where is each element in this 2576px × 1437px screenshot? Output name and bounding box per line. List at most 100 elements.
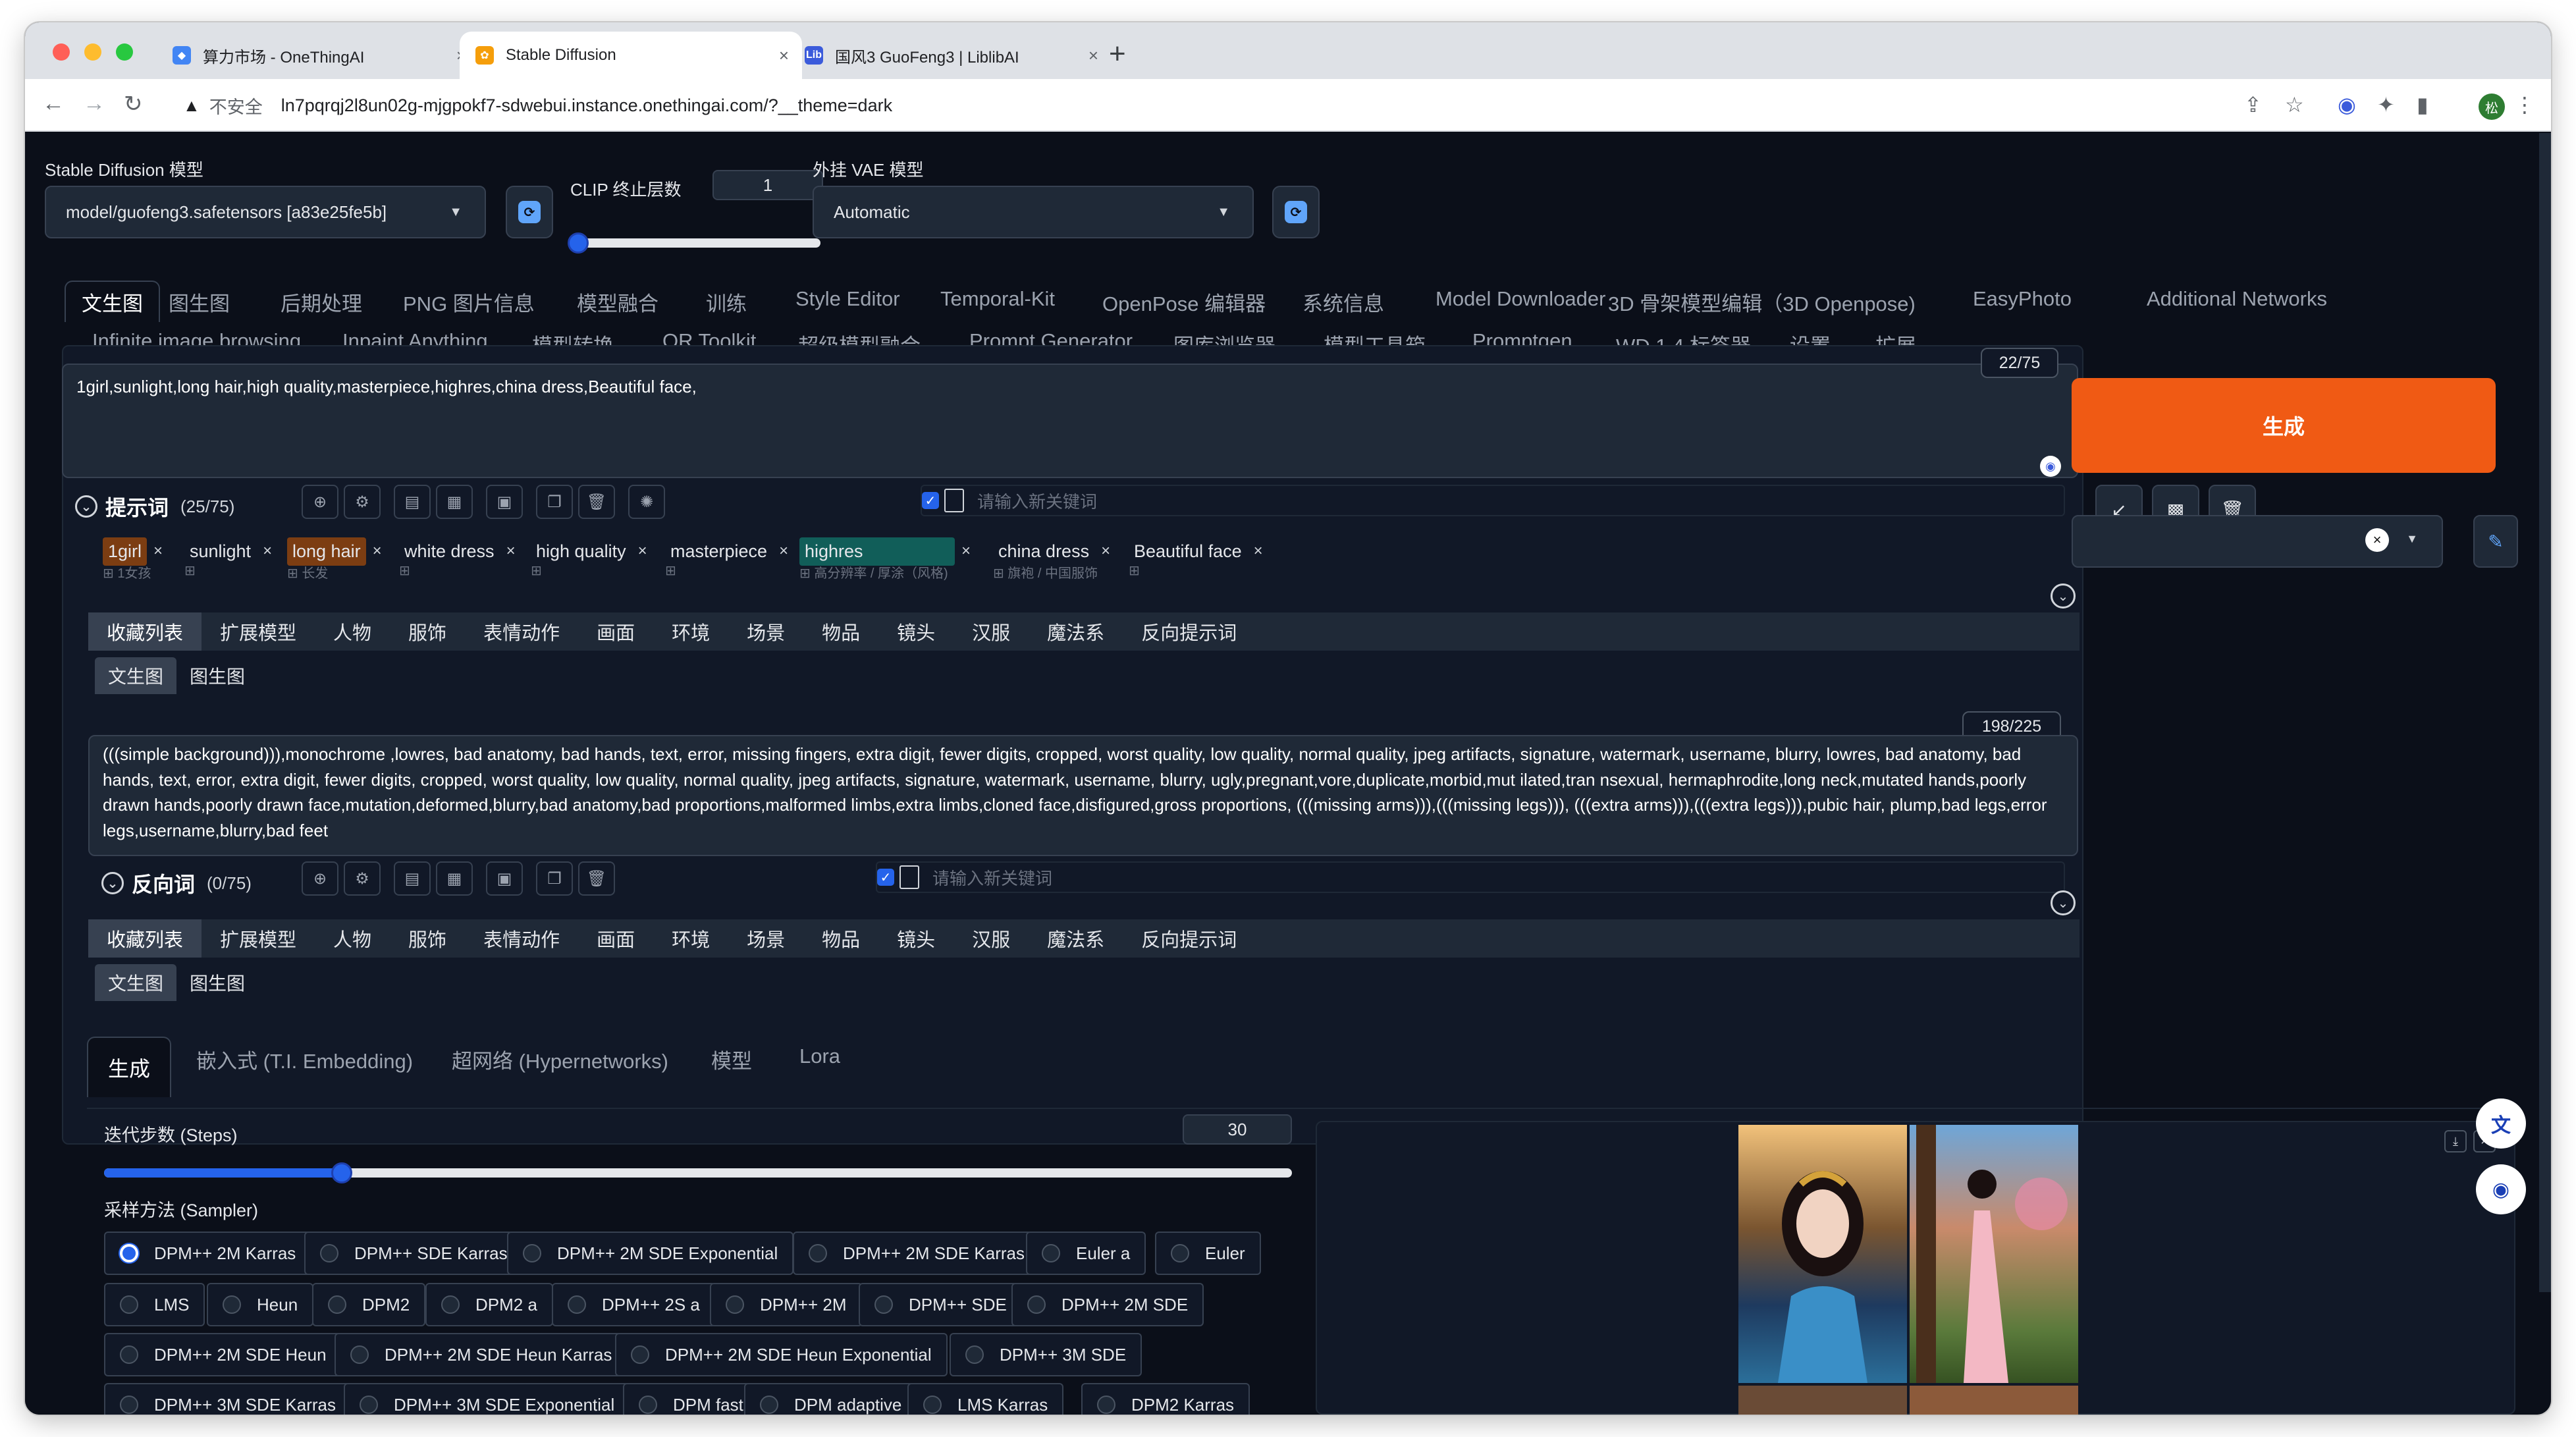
radio-icon[interactable] <box>923 1396 942 1414</box>
duplicate-icon[interactable]: ❐ <box>536 861 573 896</box>
back-icon[interactable]: ← <box>42 91 65 117</box>
prompt-tag[interactable]: masterpiece × <box>661 535 792 568</box>
radio-icon[interactable] <box>120 1295 138 1314</box>
settings-gear-icon[interactable]: ⚙ <box>344 861 381 896</box>
sampler-option[interactable]: DPM++ 2M SDE Heun <box>104 1333 342 1376</box>
radio-icon[interactable] <box>1042 1244 1060 1262</box>
sampler-option[interactable]: LMS <box>104 1283 205 1326</box>
main-tab[interactable]: Additional Networks <box>2147 287 2327 311</box>
radio-icon[interactable] <box>320 1244 338 1262</box>
main-tab[interactable]: 系统信息 <box>1302 287 1384 317</box>
generation-tab[interactable]: 嵌入式 (T.I. Embedding) <box>196 1044 413 1074</box>
sampler-option[interactable]: DPM++ 2M SDE Karras <box>793 1232 1040 1275</box>
category-tab[interactable]: 反向提示词 <box>1123 612 1255 651</box>
expand-chevron-icon[interactable]: ⌄ <box>2051 583 2076 609</box>
main-tab[interactable]: 训练 <box>706 287 747 317</box>
tag-grid-icon[interactable]: ⊞ <box>184 564 196 578</box>
minimize-window-button[interactable] <box>84 43 101 61</box>
tag-text[interactable]: high quality <box>531 537 631 566</box>
remove-tag-icon[interactable]: × <box>1101 542 1110 560</box>
tag-text[interactable]: masterpiece <box>665 537 772 566</box>
tag-grid-icon[interactable]: ⊞ <box>399 564 410 578</box>
radio-icon[interactable] <box>360 1396 378 1414</box>
radio-icon[interactable] <box>760 1396 778 1414</box>
side-panel-icon[interactable]: ▮ <box>2417 92 2428 117</box>
generation-tab[interactable]: Lora <box>799 1044 840 1068</box>
sampler-option[interactable]: DPM++ 2M Karras <box>104 1232 312 1275</box>
category-tab[interactable]: 魔法系 <box>1029 919 1123 958</box>
tag-text[interactable]: china dress <box>993 537 1094 566</box>
sampler-option[interactable]: DPM adaptive <box>744 1383 918 1415</box>
radio-icon[interactable] <box>809 1244 827 1262</box>
prompt-keyword-input[interactable]: ✓ 请输入新关键词 <box>921 485 2065 516</box>
radio-icon[interactable] <box>1171 1244 1189 1262</box>
tag-text[interactable]: sunlight <box>184 537 256 566</box>
browser-tab-stable-diffusion[interactable]: ✿ Stable Diffusion × <box>460 32 802 79</box>
category-tab[interactable]: 镜头 <box>878 612 953 651</box>
sampler-option[interactable]: Euler <box>1155 1232 1261 1275</box>
sampler-option[interactable]: Euler a <box>1026 1232 1146 1275</box>
radio-icon[interactable] <box>328 1295 346 1314</box>
main-tab[interactable]: OpenPose 编辑器 <box>1102 287 1266 317</box>
category-subtab[interactable]: 图生图 <box>176 657 258 694</box>
generation-tab[interactable]: 生成 <box>87 1037 172 1097</box>
checkbox-checked-icon[interactable]: ✓ <box>877 869 894 886</box>
radio-selected-icon[interactable] <box>120 1244 138 1262</box>
tag-grid-icon[interactable]: ⊞ <box>531 564 542 578</box>
main-tab[interactable]: Style Editor <box>795 287 900 311</box>
remove-tag-icon[interactable]: × <box>263 542 272 560</box>
category-tab[interactable]: 人物 <box>315 919 390 958</box>
sampler-option[interactable]: DPM++ 3M SDE <box>950 1333 1142 1376</box>
sampler-option[interactable]: DPM++ 3M SDE Karras <box>104 1383 352 1415</box>
sampler-option[interactable]: DPM++ 2S a <box>552 1283 716 1326</box>
forward-icon[interactable]: → <box>83 91 105 117</box>
sampler-option[interactable]: DPM++ 2M SDE Heun Exponential <box>615 1333 948 1376</box>
download-icon[interactable]: ⤓ <box>2444 1130 2467 1152</box>
main-tab[interactable]: Temporal-Kit <box>940 287 1055 311</box>
category-tab[interactable]: 扩展模型 <box>201 612 315 651</box>
tag-text[interactable]: white dress <box>399 537 500 566</box>
radio-icon[interactable] <box>874 1295 893 1314</box>
radio-icon[interactable] <box>639 1396 657 1414</box>
remove-tag-icon[interactable]: × <box>153 542 163 560</box>
bookmark-doc-icon[interactable]: ▦ <box>436 861 473 896</box>
trash-icon[interactable]: 🗑 <box>578 861 615 896</box>
main-tab[interactable]: PNG 图片信息 <box>403 287 535 317</box>
negative-section-title[interactable]: ⌄ 反向词 (0/75) <box>101 868 252 898</box>
category-subtab[interactable]: 图生图 <box>176 964 258 1001</box>
close-tab-icon[interactable]: × <box>1088 45 1098 66</box>
steps-slider[interactable] <box>104 1162 1292 1183</box>
category-tab[interactable]: 服饰 <box>390 612 465 651</box>
assistant-float-icon[interactable]: ◉ <box>2476 1164 2526 1214</box>
category-subtab[interactable]: 文生图 <box>95 657 177 694</box>
category-tab[interactable]: 收藏列表 <box>88 612 202 651</box>
tag-text[interactable]: long hair <box>287 537 366 566</box>
radio-icon[interactable] <box>120 1345 138 1364</box>
category-tab[interactable]: 表情动作 <box>465 919 578 958</box>
sampler-option[interactable]: Heun <box>207 1283 314 1326</box>
sampler-option[interactable]: DPM++ 2M SDE Heun Karras <box>335 1333 628 1376</box>
checkbox-outline-icon[interactable] <box>899 865 919 889</box>
radio-icon[interactable] <box>1097 1396 1115 1414</box>
remove-tag-icon[interactable]: × <box>961 542 971 560</box>
bookmark-doc-icon[interactable]: ▦ <box>436 485 473 519</box>
steps-slider-handle[interactable] <box>331 1162 352 1183</box>
refresh-vae-button[interactable]: ⟳ <box>1272 186 1320 238</box>
prompt-tag[interactable]: white dress × <box>395 535 520 568</box>
sampler-option[interactable]: DPM++ 2M <box>710 1283 863 1326</box>
category-tab[interactable]: 物品 <box>803 612 878 651</box>
model-dropdown[interactable]: model/guofeng3.safetensors [a83e25fe5b] … <box>45 186 486 238</box>
generated-image-2[interactable] <box>1910 1125 2078 1383</box>
collapse-chevron-icon[interactable]: ⌄ <box>75 495 97 518</box>
extensions-puzzle-icon[interactable]: ✦ <box>2377 92 2395 117</box>
extension-bot-icon[interactable]: ◉ <box>2338 92 2356 117</box>
category-tab[interactable]: 场景 <box>728 612 803 651</box>
main-tab[interactable]: Model Downloader <box>1436 287 1605 311</box>
reload-icon[interactable]: ↻ <box>124 91 143 117</box>
trash-icon[interactable]: 🗑 <box>578 485 615 519</box>
translate-float-icon[interactable]: 文 <box>2476 1098 2526 1149</box>
tag-grid-icon[interactable]: ⊞ <box>665 564 676 578</box>
category-tab[interactable]: 服饰 <box>390 919 465 958</box>
styles-dropdown[interactable]: × ▼ <box>2072 515 2443 568</box>
image-tag-icon[interactable]: ▣ <box>486 485 523 519</box>
